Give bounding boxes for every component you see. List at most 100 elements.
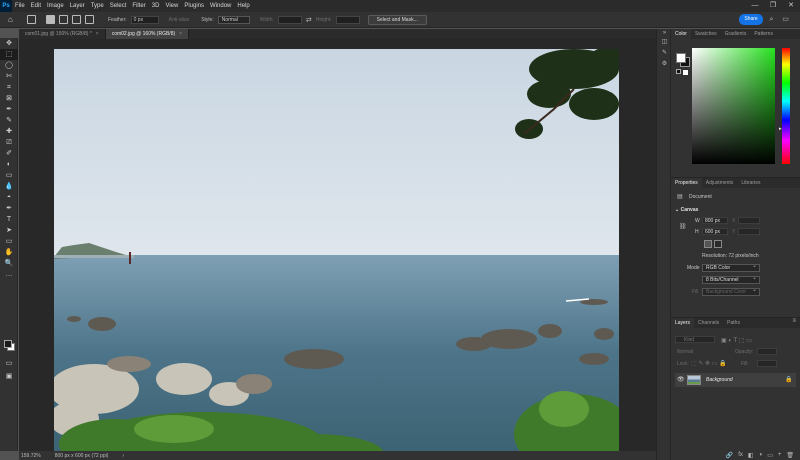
home-icon[interactable]: ⌂ (8, 15, 17, 24)
zoom-tool-icon[interactable]: 🔍 (0, 258, 18, 269)
eraser-tool-icon[interactable]: ◐ (0, 159, 18, 170)
close-icon[interactable]: ✕ (782, 0, 800, 12)
menu-window[interactable]: Window (207, 0, 234, 12)
tab-patterns[interactable]: Patterns (750, 29, 777, 39)
menu-filter[interactable]: Filter (129, 0, 148, 12)
link-layers-icon[interactable]: 🔗 (726, 452, 733, 459)
lasso-tool-icon[interactable]: ◯ (0, 60, 18, 71)
collapse-arrows-icon[interactable]: » (657, 29, 672, 37)
menu-file[interactable]: File (12, 0, 28, 12)
adjustment-layer-icon[interactable]: ◑ (759, 452, 763, 458)
tab-libraries[interactable]: Libraries (737, 178, 764, 188)
rectangle-tool-icon[interactable]: ▭ (0, 236, 18, 247)
fill-input[interactable] (757, 360, 777, 367)
brush-tool-icon[interactable]: ✚ (0, 126, 18, 137)
tab-layers[interactable]: Layers (671, 318, 695, 328)
menu-view[interactable]: View (162, 0, 181, 12)
menu-3d[interactable]: 3D (149, 0, 163, 12)
type-tool-icon[interactable]: T (0, 214, 18, 225)
width-input[interactable] (277, 15, 302, 24)
rectangular-marquee-tool-icon[interactable]: ⬚ (0, 49, 18, 60)
gradient-tool-icon[interactable]: ▭ (0, 170, 18, 181)
frame-tool-icon[interactable]: ⊠ (0, 93, 18, 104)
tab-properties[interactable]: Properties (671, 178, 702, 188)
dodge-tool-icon[interactable]: ◓ (0, 192, 18, 203)
new-layer-icon[interactable]: + (778, 452, 782, 458)
blur-tool-icon[interactable]: 💧 (0, 181, 18, 192)
path-selection-tool-icon[interactable]: ➤ (0, 225, 18, 236)
color-field[interactable] (692, 48, 775, 164)
menu-image[interactable]: Image (44, 0, 67, 12)
opacity-input[interactable] (757, 348, 777, 355)
document-info[interactable]: 800 px x 600 px (72 ppi) (55, 453, 109, 459)
tab-channels[interactable]: Channels (694, 318, 723, 328)
anti-alias-checkbox[interactable]: Anti-alias (169, 17, 190, 23)
menu-edit[interactable]: Edit (28, 0, 44, 12)
history-brush-tool-icon[interactable]: ✐ (0, 148, 18, 159)
visibility-eye-icon[interactable]: 👁 (677, 376, 685, 383)
tab-close-icon[interactable]: × (96, 31, 99, 37)
canvas-y-input[interactable] (738, 228, 760, 235)
link-dimensions-icon[interactable]: ⛓ (679, 223, 687, 230)
screen-mode-icon[interactable]: ▣ (0, 371, 18, 382)
intersect-selection-icon[interactable] (85, 15, 94, 24)
hand-tool-icon[interactable]: ✋ (0, 247, 18, 258)
move-tool-icon[interactable]: ✥ (0, 38, 18, 49)
new-group-icon[interactable]: ▭ (767, 452, 773, 459)
tab-close-icon[interactable]: × (179, 31, 182, 37)
character-panel-icon[interactable]: ⚙ (657, 59, 672, 70)
eyedropper-tool-icon[interactable]: ✒ (0, 104, 18, 115)
height-input[interactable] (335, 15, 360, 24)
add-mask-icon[interactable]: ◧ (748, 452, 754, 459)
menu-type[interactable]: Type (88, 0, 107, 12)
layer-filter-select[interactable]: Kind (675, 336, 715, 343)
filter-icons[interactable]: ▣ ◐ T ⬚ ▭ (721, 337, 752, 344)
lock-icon[interactable]: 🔒 (785, 376, 792, 383)
tab-color[interactable]: Color (671, 29, 691, 39)
swap-colors-icon[interactable] (683, 70, 688, 75)
edit-toolbar-icon[interactable]: … (0, 269, 18, 280)
fill-select[interactable]: Background Color (702, 287, 760, 296)
subtract-selection-icon[interactable] (72, 15, 81, 24)
tab-swatches[interactable]: Swatches (691, 29, 721, 39)
brush-settings-icon[interactable]: ✎ (657, 48, 672, 59)
canvas-height-input[interactable]: 600 px (702, 228, 728, 235)
canvas-area[interactable] (19, 39, 656, 451)
layer-name[interactable]: Background (706, 377, 733, 383)
lock-icons[interactable]: ⬚ ✎ ✥ ▭ 🔒 (691, 360, 727, 367)
blend-mode-select[interactable]: Normal (677, 349, 693, 355)
menu-help[interactable]: Help (234, 0, 252, 12)
healing-brush-tool-icon[interactable]: ✎ (0, 115, 18, 126)
style-select[interactable]: Normal (217, 15, 250, 24)
tab-paths[interactable]: Paths (723, 318, 744, 328)
tab-gradients[interactable]: Gradients (721, 29, 751, 39)
default-colors-icon[interactable] (676, 69, 681, 74)
search-icon[interactable]: ⌕ (767, 15, 776, 24)
canvas-section-header[interactable]: ⌄ Canvas (675, 207, 698, 213)
object-selection-tool-icon[interactable]: ✄ (0, 71, 18, 82)
document-image[interactable] (54, 49, 619, 451)
clone-stamp-tool-icon[interactable]: ⎚ (0, 137, 18, 148)
hue-marker-icon[interactable]: ▸ (779, 126, 782, 132)
crop-tool-icon[interactable]: ⌗ (0, 82, 18, 93)
canvas-x-input[interactable] (738, 217, 760, 224)
marquee-preset-icon[interactable] (27, 15, 36, 24)
foreground-color-swatch[interactable] (4, 340, 12, 348)
hue-slider[interactable] (782, 48, 790, 164)
new-selection-icon[interactable] (46, 15, 55, 24)
bit-depth-select[interactable]: 8 Bits/Channel (702, 275, 760, 284)
workspace-icon[interactable]: ▭ (781, 15, 790, 24)
history-panel-icon[interactable]: ◫ (657, 37, 672, 48)
menu-select[interactable]: Select (107, 0, 130, 12)
zoom-level[interactable]: 159.72% (21, 453, 41, 459)
minimize-icon[interactable]: — (746, 0, 764, 12)
quick-mask-icon[interactable]: ▭ (0, 358, 18, 369)
foreground-color-swatch[interactable] (676, 53, 686, 63)
feather-input[interactable]: 0 px (130, 15, 159, 24)
restore-icon[interactable]: ❐ (764, 0, 782, 12)
status-arrow-icon[interactable]: › (122, 453, 124, 459)
pen-tool-icon[interactable]: ✒ (0, 203, 18, 214)
document-tab[interactable]: com01.jpg @ 150% (RGB/8) * × (19, 29, 106, 39)
select-and-mask-button[interactable]: Select and Mask... (367, 14, 427, 25)
tab-adjustments[interactable]: Adjustments (702, 178, 738, 188)
